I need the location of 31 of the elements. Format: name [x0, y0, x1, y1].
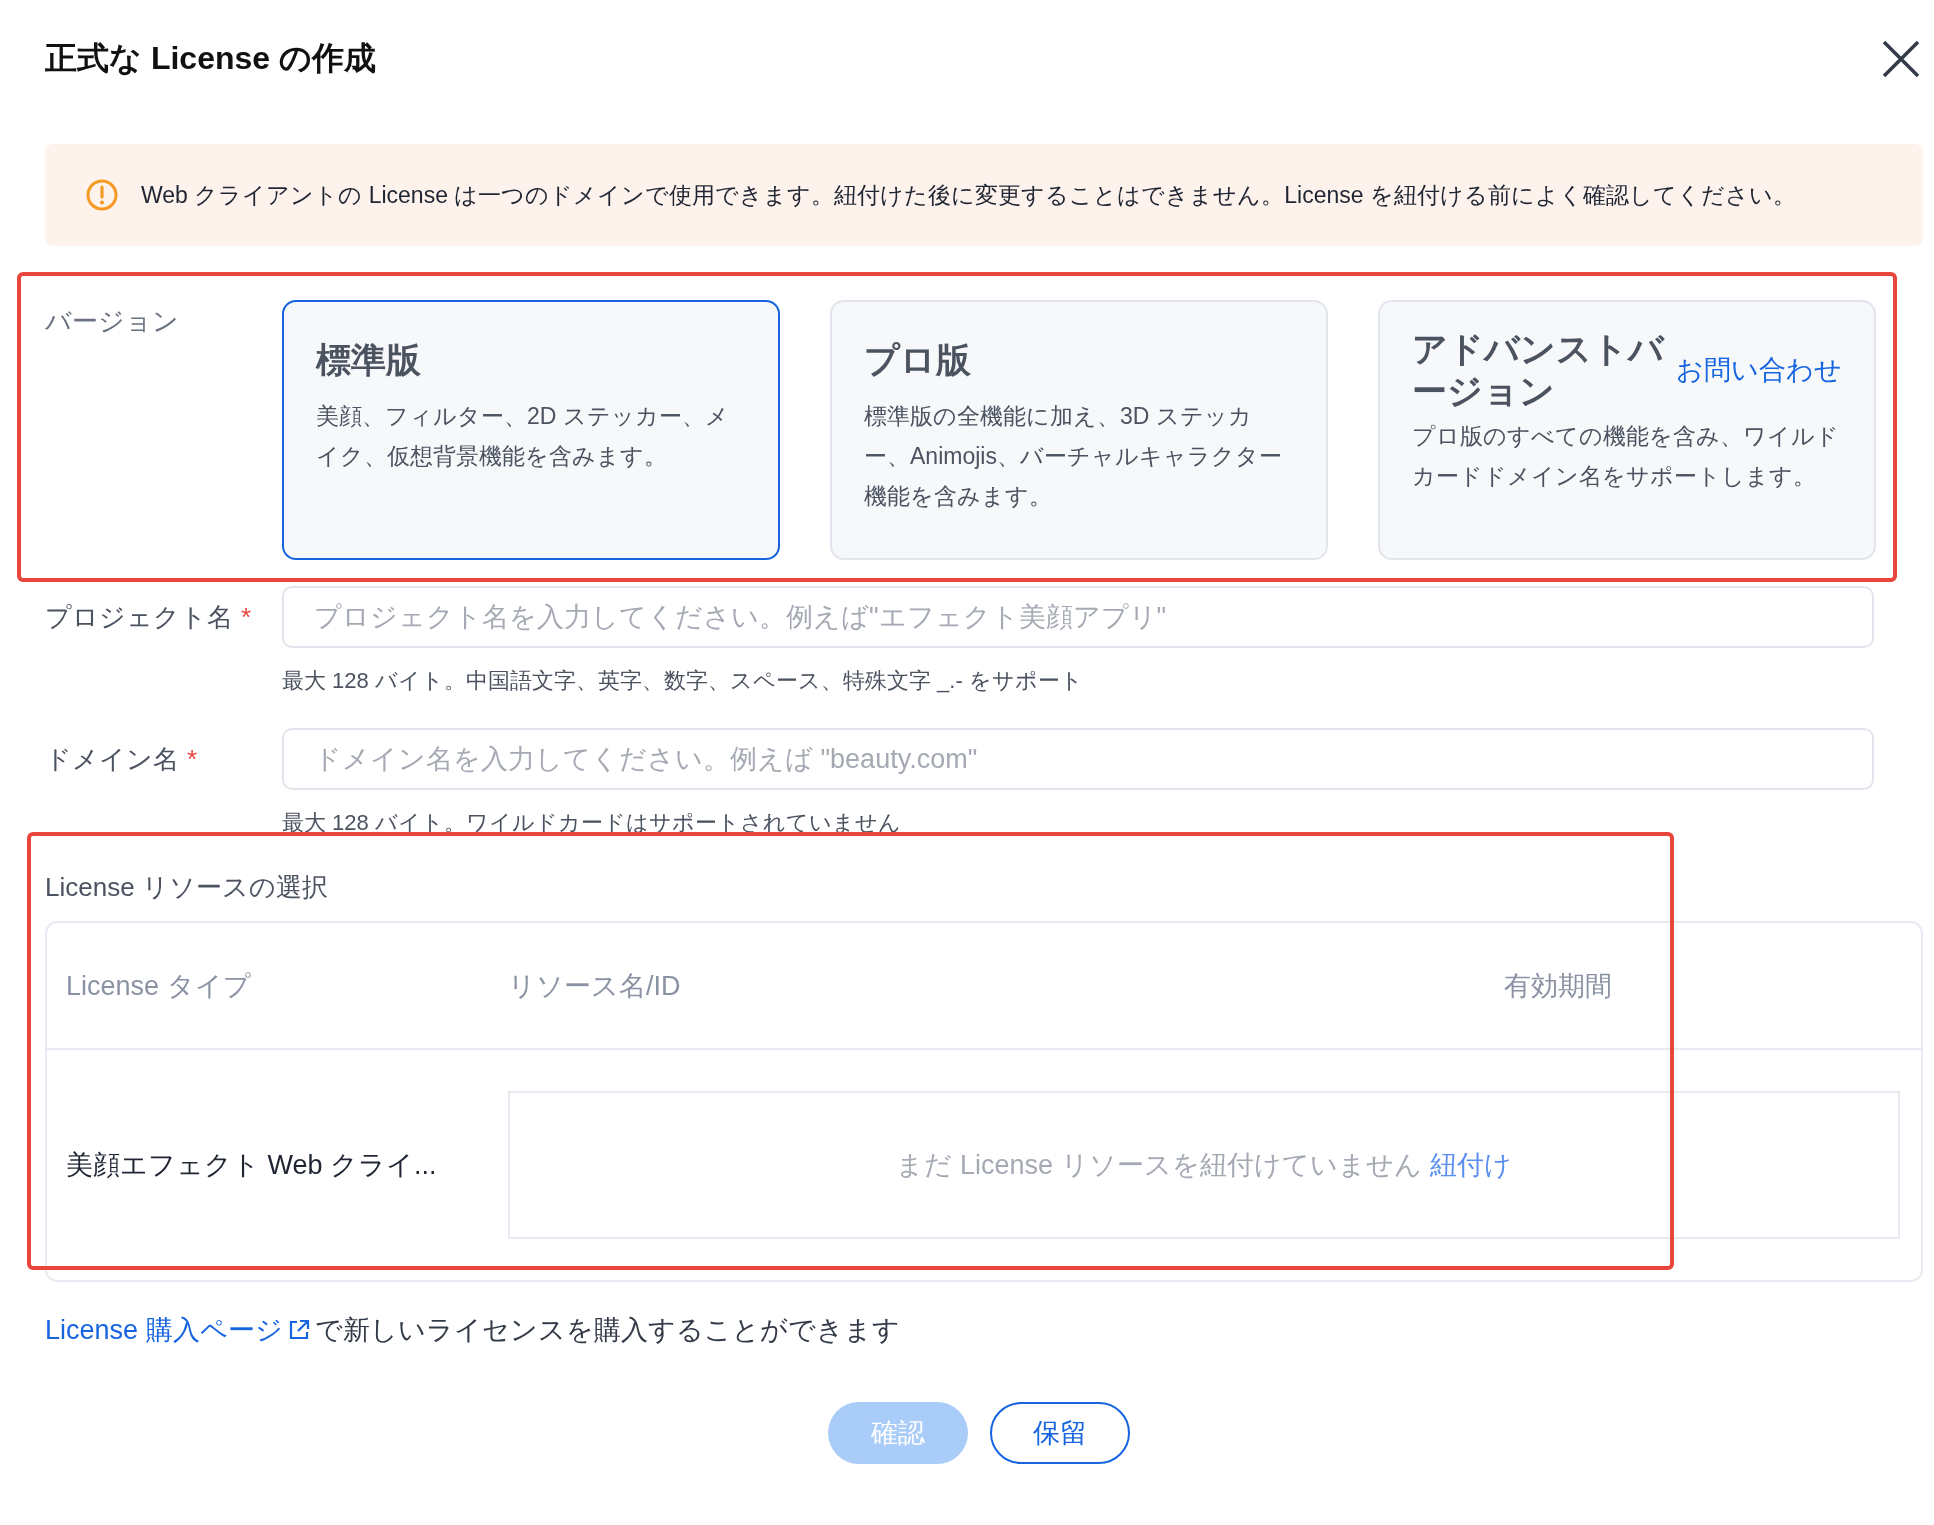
- hold-button[interactable]: 保留: [990, 1402, 1130, 1464]
- required-mark: *: [187, 743, 198, 774]
- section-title: License リソースの選択: [45, 871, 329, 904]
- purchase-text: で新しいライセンスを購入することができます: [314, 1314, 900, 1347]
- column-header: 有効期間: [1503, 969, 1612, 1003]
- column-header: リソース名/ID: [508, 969, 682, 1003]
- dialog-title: 正式な License の作成: [45, 39, 376, 78]
- contact-link[interactable]: お問い合わせ: [1676, 352, 1842, 388]
- close-icon[interactable]: [1881, 39, 1921, 79]
- version-title: アドバンストバージョン: [1412, 328, 1666, 412]
- field-hint: 最大 128 バイト。中国語文字、英字、数字、スペース、特殊文字 _.- をサポート: [282, 667, 1084, 695]
- input-field[interactable]: ドメイン名を入力してください。例えば "beauty.com": [282, 728, 1874, 790]
- version-description: 美顔、フィルター、2D ステッカー、メイク、仮想背景機能を含みます。: [316, 402, 730, 471]
- field-label: ドメイン名: [45, 743, 179, 774]
- version-description: プロ版のすべての機能を含み、ワイルドカードドメイン名をサポートします。: [1412, 422, 1840, 491]
- version-card[interactable]: プロ版 標準版の全機能に加え、3D ステッカー、Animojis、バーチャルキャラクター機能を含みます。: [830, 300, 1328, 560]
- column-header: License タイプ: [66, 969, 252, 1003]
- version-title: 標準版: [316, 339, 421, 381]
- table-cell-text: 美顔エフェクト Web クライ...: [66, 1149, 438, 1182]
- bind-link[interactable]: 紐付け: [1429, 1147, 1512, 1183]
- version-title: プロ版: [864, 339, 971, 381]
- required-mark: *: [241, 601, 252, 632]
- warning-icon: [85, 178, 119, 212]
- purchase-link[interactable]: License 購入ページ: [45, 1312, 283, 1348]
- version-card[interactable]: 標準版 美顔、フィルター、2D ステッカー、メイク、仮想背景機能を含みます。: [282, 300, 780, 560]
- version-description: 標準版の全機能に加え、3D ステッカー、Animojis、バーチャルキャラクター機能を含みます。: [864, 402, 1283, 511]
- alert-text: Web クライアントの License は一つのドメインで使用できます。紐付けた後に変更することはできません。License を紐付ける前によく確認してください。: [141, 180, 1796, 210]
- input-field[interactable]: プロジェクト名を入力してください。例えば"エフェクト美顔アプリ": [282, 586, 1874, 648]
- version-label: バージョン: [45, 305, 180, 338]
- empty-text: まだ License リソースを紐付けていません: [896, 1149, 1422, 1182]
- field-label: プロジェクト名: [45, 601, 233, 632]
